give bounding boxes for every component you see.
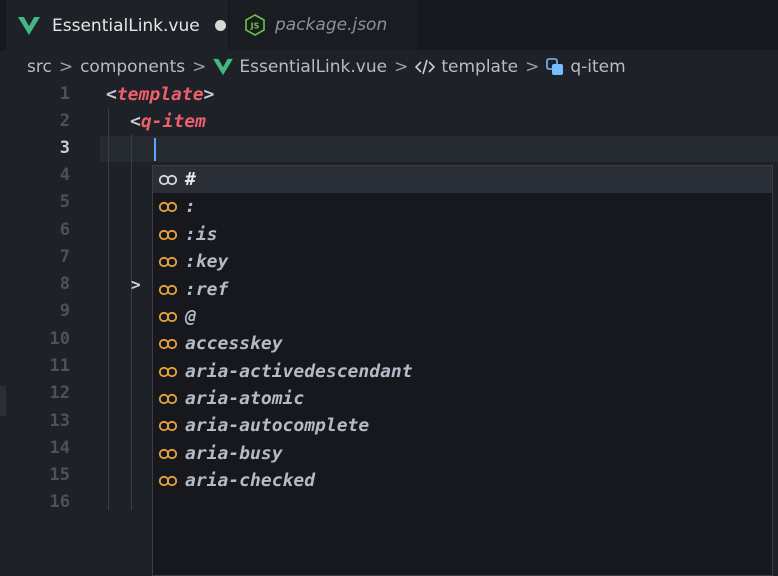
breadcrumb-item-template[interactable]: template [441,57,518,77]
suggestion-label: aria-activedescendant [185,361,413,382]
bracket: < [130,111,141,132]
suggestion-item[interactable]: aria-atomic [153,385,772,412]
suggestion-item[interactable]: :is [153,221,772,248]
suggestion-label: accesskey [185,333,283,354]
unsaved-indicator[interactable] [214,20,226,31]
breadcrumb-item-src[interactable]: src [27,57,52,77]
line-number: 3 [59,138,70,158]
breadcrumb-separator: > [58,57,74,77]
line-number: 16 [49,492,70,512]
line-number: 5 [59,192,70,212]
breadcrumb-separator: > [394,57,409,77]
fold-chevron-icon[interactable]: > [131,274,141,296]
svg-text:JS: JS [250,22,260,31]
breadcrumb-item-components[interactable]: components [80,57,185,77]
code-line-1: <template> [106,81,214,108]
code-icon [415,59,436,75]
current-line-highlight [100,136,778,162]
tag-name: template [116,84,204,105]
line-number: 12 [49,383,70,403]
line-number: 11 [49,356,70,376]
tag-name: q-item [140,111,206,132]
breadcrumb-item-q-item[interactable]: q-item [570,57,625,77]
symbol-property-icon [158,284,178,295]
code-editor[interactable]: 1 2 3 4 5 6 7 8 9 10 11 12 13 14 15 16 <… [0,81,778,576]
nodejs-icon: JS [245,14,265,36]
symbol-property-icon [158,338,178,349]
breadcrumb: src > components > EssentialLink.vue > t… [0,50,778,84]
suggestion-item[interactable]: accesskey [153,330,772,357]
suggestion-label: aria-autocomplete [185,415,370,436]
symbol-property-icon [158,201,178,212]
symbol-property-icon [158,174,178,185]
bracket: > [203,84,215,105]
tab-essentiallink-vue[interactable]: EssentialLink.vue [6,0,228,50]
line-number: 7 [59,247,70,267]
symbol-property-icon [158,448,178,459]
suggestion-label: :ref [185,279,229,300]
breadcrumb-item-file[interactable]: EssentialLink.vue [239,57,387,77]
tab-label: package.json [275,15,388,35]
suggestion-label: aria-atomic [185,388,305,409]
symbol-field-icon [546,58,564,75]
suggestion-label: :is [185,224,218,245]
breadcrumb-separator: > [525,57,540,77]
bracket: < [106,84,117,105]
line-number: 15 [49,465,70,485]
line-number: 9 [59,301,70,321]
suggestion-item[interactable]: @ [153,303,772,330]
breadcrumb-separator: > [192,57,207,77]
symbol-property-icon [158,475,178,486]
suggestion-label: :key [185,251,229,272]
symbol-property-icon [158,393,178,404]
symbol-property-icon [158,366,178,377]
code-line-2: <q-item [130,108,206,135]
line-number: 2 [59,111,70,131]
line-number: 4 [59,165,70,185]
line-number: 1 [59,84,70,104]
suggestion-item[interactable]: aria-checked [153,467,772,494]
suggestion-item[interactable]: :key [153,248,772,275]
indent-guide [131,134,132,510]
indent-guide [108,108,109,510]
suggestion-item[interactable]: :ref [153,276,772,303]
symbol-property-icon [158,229,178,240]
line-number: 6 [59,220,70,240]
suggestion-item[interactable]: # [153,166,772,193]
suggestion-label: aria-checked [185,470,316,491]
tab-bar: EssentialLink.vue JS package.json [0,0,778,50]
tab-label: EssentialLink.vue [52,15,200,36]
tab-package-json[interactable]: JS package.json [229,0,419,50]
symbol-property-icon [158,420,178,431]
suggestion-item[interactable]: aria-busy [153,440,772,467]
line-number: 14 [49,438,70,458]
symbol-property-icon [158,311,178,322]
suggestion-label: @ [185,306,196,327]
suggestion-item[interactable]: aria-autocomplete [153,412,772,439]
suggest-widget: # : :is :key :ref @ accesskey aria-activ… [152,165,773,576]
vue-icon [18,16,40,35]
line-number: 13 [49,411,70,431]
vue-icon [213,58,234,76]
text-cursor [154,138,156,161]
line-number: 10 [49,329,70,349]
suggestion-label: # [185,169,196,190]
suggestion-item[interactable]: : [153,193,772,220]
suggestion-label: : [185,196,196,217]
line-number: 8 [59,274,70,294]
suggestion-item[interactable]: aria-activedescendant [153,358,772,385]
symbol-property-icon [158,256,178,267]
suggestion-label: aria-busy [185,443,283,464]
